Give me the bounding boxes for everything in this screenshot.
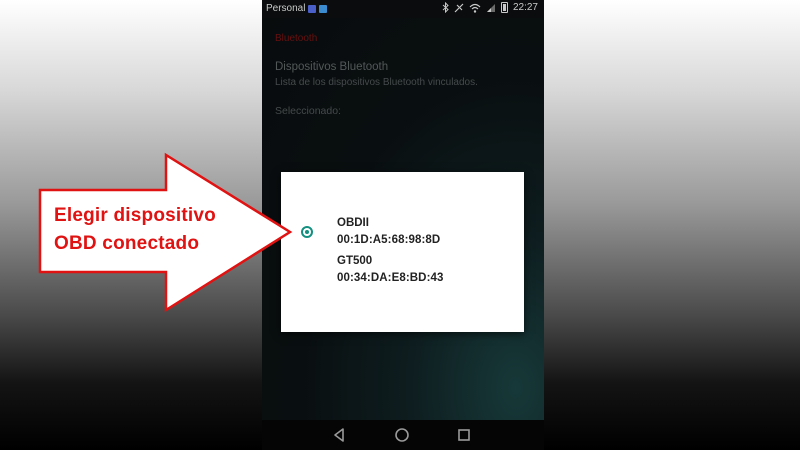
notification-icon: [308, 4, 317, 13]
carrier-label: Personal: [266, 3, 306, 14]
device-address: 00:1D:A5:68:98:8D: [337, 234, 441, 246]
signal-icon: [486, 3, 495, 12]
annotation-text-line2: OBD conectado: [54, 233, 200, 254]
clock: 22:27: [512, 2, 538, 13]
radio-selected-icon[interactable]: [301, 226, 313, 238]
battery-icon: [500, 2, 508, 13]
device-option-gt500[interactable]: GT500 00:34:DA:E8:BD:43: [281, 255, 524, 295]
annotation-text-line1: Elegir dispositivo: [54, 205, 216, 226]
bluetooth-icon: [442, 2, 449, 13]
device-picker-dialog: OBDII 00:1D:A5:68:98:8D GT500 00:34:DA:E…: [281, 172, 524, 332]
device-name: OBDII: [337, 217, 369, 229]
settings-screen: Bluetooth Dispositivos Bluetooth Lista d…: [262, 18, 544, 420]
device-name: GT500: [337, 255, 373, 267]
phone-screen: Personal 22:27 Bluetooth Dispositivos Bl…: [262, 0, 544, 450]
navigation-bar: [262, 420, 544, 450]
device-option-obdii[interactable]: OBDII 00:1D:A5:68:98:8D: [281, 217, 524, 257]
vibrate-icon: [454, 3, 464, 12]
gallery-icon: [319, 4, 328, 13]
back-icon[interactable]: [331, 426, 349, 444]
wifi-icon: [469, 3, 481, 13]
status-bar: Personal 22:27: [262, 0, 544, 18]
device-address: 00:34:DA:E8:BD:43: [337, 272, 444, 284]
home-icon[interactable]: [393, 426, 411, 444]
recents-icon[interactable]: [455, 426, 473, 444]
